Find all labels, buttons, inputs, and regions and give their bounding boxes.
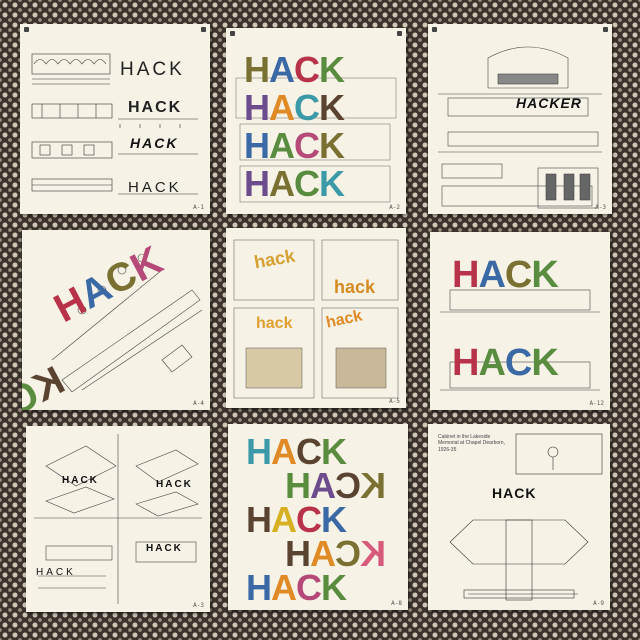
sheet-number: A-5: [389, 398, 400, 405]
hack-label: hack: [334, 277, 376, 297]
poster-middle-right: HACK HACK A-12: [430, 232, 610, 410]
hack-title: HACK: [492, 485, 537, 501]
hack-row: HACK: [244, 49, 345, 90]
architectural-drawings: [449, 433, 603, 601]
poster-top-left: HACK HACK HACK HACK A-1: [20, 24, 210, 214]
hacker-label: HACKER: [516, 95, 582, 111]
hack-label: hack: [256, 315, 293, 332]
hack-label: HACK: [128, 99, 183, 116]
sheet-number: A-3: [193, 602, 204, 609]
architectural-drawings: [438, 46, 602, 209]
sheet-number: A-8: [391, 600, 402, 607]
sheet-number: A-2: [389, 204, 400, 211]
hack-title: HACK: [120, 59, 185, 80]
sheet-number: A-9: [593, 600, 604, 607]
hack-label: HACK: [36, 567, 76, 578]
poster-bottom-right: Cabinet in the Lakeside Memorial at Chap…: [428, 424, 610, 610]
hack-row: HACK: [244, 87, 345, 128]
sheet-number: A-3: [595, 204, 606, 211]
poster-bottom-left: HACK HACK HACK HACK A-3: [26, 426, 210, 612]
hack-row: HACK: [244, 163, 345, 204]
hack-label: HACK: [156, 479, 193, 490]
sheet-number: A-12: [589, 400, 604, 407]
hack-row: HACK: [452, 254, 559, 296]
hack-label: HACK: [128, 179, 182, 196]
hack-row: HACK: [246, 567, 347, 608]
hack-label: HACK: [146, 543, 183, 554]
hack-label: HACK: [62, 475, 99, 486]
hack-row: HACK: [452, 342, 559, 384]
hack-row: HACK: [244, 125, 345, 166]
hack-label: HACK: [130, 135, 179, 151]
poster-top-middle: HACK HACK HACK HACK A-2: [226, 28, 406, 214]
sheet-number: A-1: [193, 204, 204, 211]
poster-bottom-middle: HACK KCAH HACK KCAH HACK A-8: [228, 424, 408, 610]
architectural-drawings: [34, 434, 202, 604]
sheet-number: A-4: [193, 400, 204, 407]
poster-top-right: HACKER A-3: [428, 24, 612, 214]
poster-middle-left: HACK KCAH A-4: [22, 230, 210, 410]
poster-center: hack hack hack hack A-5: [226, 228, 406, 408]
